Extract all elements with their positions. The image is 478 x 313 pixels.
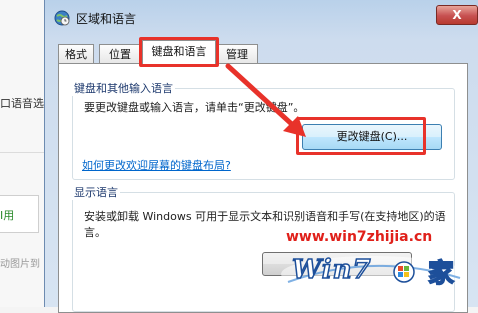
button-annotation-box (296, 117, 426, 155)
title-bar[interactable]: 区域和语言 X (44, 0, 478, 38)
tab-annotation-box (139, 37, 219, 67)
watermark-logo-suffix: 家 (427, 258, 455, 290)
watermark-logo-text: Win7 (291, 254, 372, 286)
background-text-fragment: 动图片到 (0, 259, 40, 270)
close-icon: X (452, 8, 462, 22)
background-divider (0, 152, 50, 153)
welcome-screen-keyboard-link[interactable]: 如何更改欢迎屏幕的键盘布局? (82, 157, 231, 173)
background-text-fragment: 口语音选 (0, 97, 44, 110)
background-page: 口语音选 I用 动图片到 (0, 0, 50, 307)
tab-administrative[interactable]: 管理 (216, 44, 258, 64)
tab-location[interactable]: 位置 (99, 44, 141, 64)
background-button-label: I用 (0, 209, 15, 222)
display-language-group-title: 显示语言 (72, 184, 120, 200)
window-title: 区域和语言 (76, 12, 137, 26)
keyboard-description: 要更改键盘或输入语言，请单击“更改键盘”。 (84, 101, 305, 114)
tab-format[interactable]: 格式 (58, 44, 94, 64)
watermark-url: www.win7zhijia.cn (286, 229, 433, 245)
keyboard-group-title: 键盘和其他输入语言 (72, 80, 175, 96)
close-button[interactable]: X (436, 5, 478, 25)
globe-clock-icon (54, 10, 70, 26)
